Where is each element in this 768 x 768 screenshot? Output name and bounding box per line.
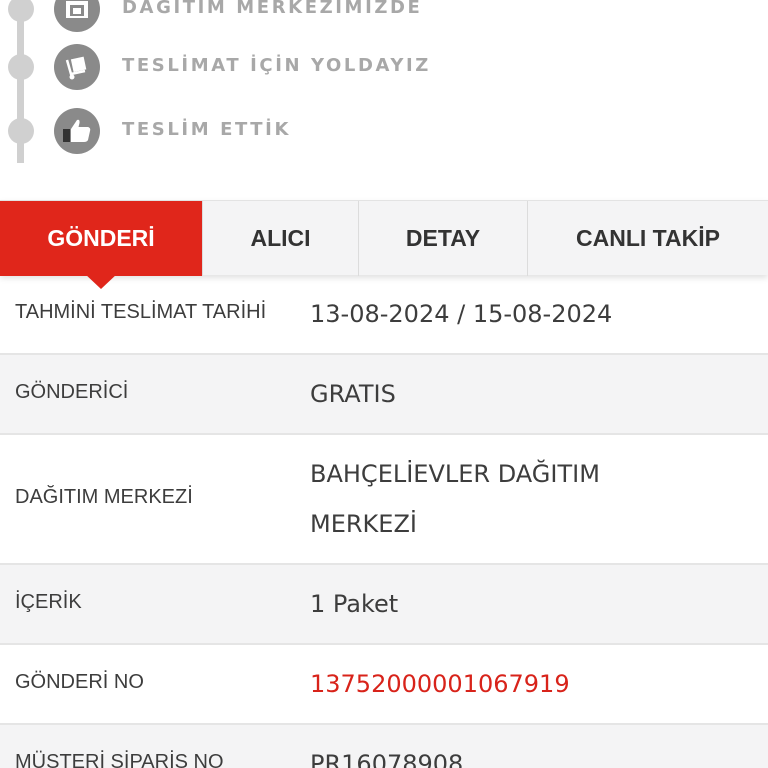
- detail-label: MÜŞTERİ SİPARİŞ NO: [15, 751, 224, 768]
- tab-recipient[interactable]: ALICI: [202, 201, 358, 276]
- detail-label: DAĞITIM MERKEZİ: [15, 486, 193, 508]
- shipment-number-value[interactable]: 13752000001067919: [310, 659, 750, 709]
- tab-bar: GÖNDERİ ALICI DETAY CANLI TAKİP: [0, 200, 768, 276]
- warehouse-icon: [54, 0, 100, 32]
- tab-shipment[interactable]: GÖNDERİ: [0, 201, 202, 276]
- timeline-step-on-the-way: TESLİMAT İÇİN YOLDAYIZ: [0, 42, 768, 92]
- detail-row-content: İÇERİK 1 Paket: [0, 565, 768, 645]
- detail-label: TAHMİNİ TESLİMAT TARİHİ: [15, 301, 267, 323]
- detail-label: GÖNDERİCİ: [15, 381, 129, 403]
- timeline-step-delivered: TESLİM ETTİK: [0, 106, 768, 156]
- detail-value: PR16078908: [310, 750, 464, 768]
- timeline-dot: [8, 0, 34, 22]
- detail-value: GRATIS: [310, 380, 396, 408]
- delivery-cart-icon: [54, 44, 100, 90]
- tab-detail[interactable]: DETAY: [358, 201, 527, 276]
- timeline-dot: [8, 54, 34, 80]
- tab-live-tracking[interactable]: CANLI TAKİP: [527, 201, 768, 276]
- timeline-dot: [8, 118, 34, 144]
- detail-value: 1 Paket: [310, 590, 399, 618]
- timeline-step-distribution-center: DAĞITIM MERKEZİMİZDE: [0, 0, 768, 34]
- tracking-timeline: DAĞITIM MERKEZİMİZDE TESLİMAT İÇİN YOLDA…: [0, 0, 768, 200]
- timeline-step-label: TESLİMAT İÇİN YOLDAYIZ: [122, 55, 431, 76]
- timeline-step-label: TESLİM ETTİK: [122, 119, 291, 140]
- timeline-step-label: DAĞITIM MERKEZİMİZDE: [122, 0, 423, 18]
- detail-label: GÖNDERİ NO: [15, 671, 144, 693]
- detail-row-sender: GÖNDERİCİ GRATIS: [0, 355, 768, 435]
- detail-value: 13-08-2024 / 15-08-2024: [310, 300, 613, 328]
- detail-row-shipment-number: GÖNDERİ NO 13752000001067919: [0, 645, 768, 725]
- detail-value: BAHÇELİEVLER DAĞITIM MERKEZİ: [310, 460, 600, 538]
- detail-row-distribution-center: DAĞITIM MERKEZİ BAHÇELİEVLER DAĞITIM MER…: [0, 435, 768, 565]
- thumbs-up-icon: [54, 108, 100, 154]
- detail-row-customer-order-number: MÜŞTERİ SİPARİŞ NO PR16078908: [0, 725, 768, 768]
- detail-label: İÇERİK: [15, 591, 82, 613]
- active-tab-pointer: [84, 273, 118, 289]
